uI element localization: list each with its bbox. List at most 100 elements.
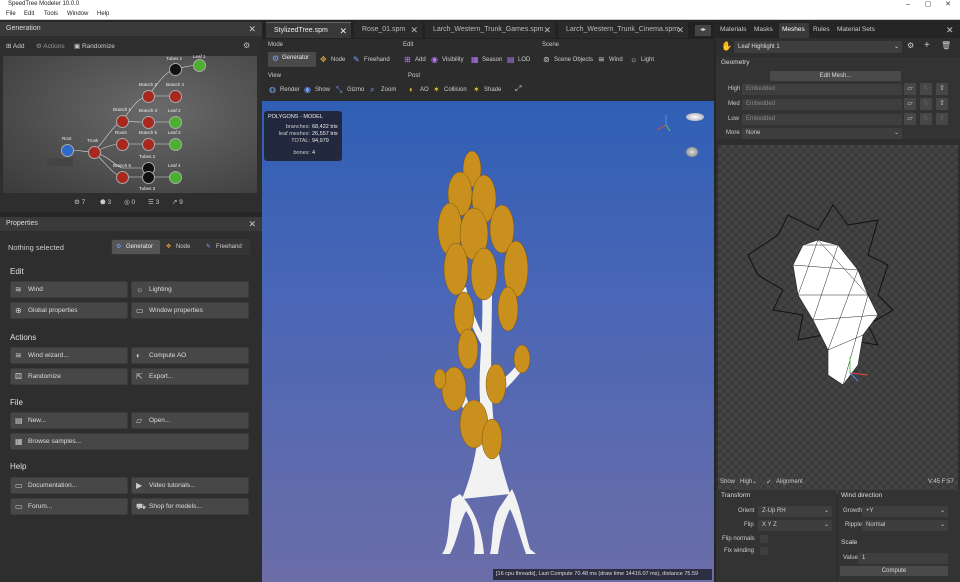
root-node[interactable] (61, 144, 74, 157)
close-window-icon[interactable]: ✕ (938, 0, 958, 10)
menu-file[interactable]: File (6, 11, 16, 17)
tab-rules[interactable]: Rules (813, 26, 830, 33)
leaf3-node[interactable] (169, 138, 182, 151)
trunk-node[interactable] (88, 146, 101, 159)
more-select[interactable]: None ⌄ (742, 128, 902, 139)
close-icon[interactable]: ✕ (248, 217, 256, 231)
menu-help[interactable]: Help (97, 11, 109, 17)
hand-icon[interactable]: ✋ (721, 41, 732, 52)
toolbar-visibility-button[interactable]: ◉ Visibility (431, 54, 464, 66)
leaf1-node[interactable] (193, 59, 206, 72)
toolbar-node-button[interactable]: ✥ Node (320, 54, 345, 66)
tab-masks[interactable]: Masks (754, 26, 773, 33)
toolbar-scene-objects-button[interactable]: ⊚ Scene Objects (543, 54, 593, 66)
tubes3-node[interactable] (142, 171, 155, 184)
toolbar-lod-button[interactable]: ▤ LOD (507, 54, 530, 66)
leaf4-node[interactable] (169, 171, 182, 184)
actions-button[interactable]: ⚙ Actions (36, 42, 65, 50)
tab-larch-games[interactable]: Larch_Western_Trunk_Games.spm ✕ (425, 22, 555, 38)
export-med-icon[interactable]: ⇧ (936, 98, 948, 110)
export-low-icon[interactable]: ⇧ (936, 113, 948, 125)
tubes1-node[interactable] (169, 63, 182, 76)
camera-sphere-icon[interactable] (686, 147, 698, 157)
flip-select[interactable]: X Y Z ⌄ (758, 520, 832, 531)
toolbar-collision-button[interactable]: ✶ Collision (433, 84, 467, 96)
settings-gear-icon[interactable]: ⚙ (243, 41, 250, 50)
node-graph[interactable]: Root Trunk Branch 1 Branch 2 Branch 3 Br… (3, 54, 257, 193)
mesh-preview[interactable] (718, 145, 958, 494)
toolbar-show-button[interactable]: ◉ Show (304, 84, 330, 96)
toolbar-ao-button[interactable]: ◐ AO (409, 84, 429, 96)
flip-normals-checkbox[interactable] (760, 535, 768, 543)
close-icon[interactable]: ✕ (946, 23, 954, 37)
toolbar-freehand-button[interactable]: ✎ Freehand (353, 54, 390, 66)
branch3-node[interactable] (142, 116, 155, 129)
folder-low-icon[interactable]: ▱ (904, 113, 916, 125)
toolbar-render-button[interactable]: ◍ Render (269, 84, 300, 96)
branch4-node[interactable] (169, 90, 182, 103)
minimize-icon[interactable]: – (898, 0, 918, 10)
alignment-check-icon[interactable]: ✓ (766, 478, 772, 486)
delete-mesh-icon[interactable]: 🗑 (941, 41, 951, 50)
tab-larch-cinema[interactable]: Larch_Western_Trunk_Cinema.spm ✕ (558, 22, 688, 38)
mesh-select[interactable]: Leaf Highlight 1 ⌄ (734, 41, 902, 53)
fullscreen-icon[interactable]: ⤢ (515, 84, 521, 94)
documentation-button[interactable]: ▭ Documentation... (10, 477, 128, 494)
toolbar-generator-button[interactable]: ⚙ Generator (268, 52, 316, 67)
close-icon[interactable]: ✕ (248, 22, 256, 36)
toolbar-wind-button[interactable]: ≋ Wind (598, 54, 623, 66)
add-mesh-icon[interactable]: + (924, 40, 930, 51)
export-button[interactable]: ⇱ Export... (131, 368, 249, 385)
menu-window[interactable]: Window (67, 11, 88, 17)
tab-scroll-arrows-icon[interactable]: ◂▸ (695, 25, 711, 36)
lod-high-field[interactable]: Embedded (742, 84, 902, 95)
menu-edit[interactable]: Edit (24, 11, 34, 17)
axis-gizmo-icon[interactable] (654, 113, 678, 137)
light-direction-icon[interactable] (686, 113, 704, 121)
fix-winding-checkbox[interactable] (760, 547, 768, 555)
export-high-icon[interactable]: ⇧ (936, 83, 948, 95)
scale-value-field[interactable]: 1 (858, 553, 948, 564)
toolbar-add-button[interactable]: ⊞ Add (404, 54, 426, 66)
roots-node[interactable] (116, 138, 129, 151)
reload-low-icon[interactable]: ↻ (920, 113, 932, 125)
lod-low-field[interactable]: Embedded (742, 114, 902, 125)
folder-high-icon[interactable]: ▱ (904, 83, 916, 95)
toolbar-light-button[interactable]: ☼ Light (630, 54, 654, 66)
new-file-button[interactable]: ▤ New... (10, 412, 128, 429)
lighting-button[interactable]: ☼ Lighting (131, 281, 249, 298)
toolbar-zoom-button[interactable]: ⌕ Zoom (370, 84, 396, 96)
folder-med-icon[interactable]: ▱ (904, 98, 916, 110)
toolbar-shade-button[interactable]: ✶ Shade (473, 84, 501, 96)
forum-button[interactable]: ▭ Forum... (10, 498, 128, 515)
tab-material-sets[interactable]: Material Sets (837, 26, 875, 33)
tab-materials[interactable]: Materials (720, 26, 746, 33)
branch1-node[interactable] (116, 115, 129, 128)
toolbar-season-button[interactable]: ▦ Season (471, 54, 502, 66)
tab-stylizedtree[interactable]: StylizedTree.spm ✕ (266, 22, 351, 38)
menu-tools[interactable]: Tools (44, 11, 58, 17)
lod-med-field[interactable]: Embedded (742, 99, 902, 110)
randomize-action-button[interactable]: ⚄ Randomize (10, 368, 128, 385)
tab-rose[interactable]: Rose_01.spm ✕ (354, 22, 422, 38)
randomize-button[interactable]: ▣ Randomize (74, 42, 115, 50)
reload-med-icon[interactable]: ↻ (920, 98, 932, 110)
leaf2-node[interactable] (169, 116, 182, 129)
growth-select[interactable]: +Y ⌄ (862, 506, 948, 517)
maximize-icon[interactable]: ▢ (918, 0, 938, 10)
compute-ao-button[interactable]: ◐ Compute AO (131, 347, 249, 364)
branch5-node[interactable] (142, 138, 155, 151)
branch6-node[interactable] (116, 171, 129, 184)
branch2-node[interactable] (142, 90, 155, 103)
freehand-mode-button[interactable]: ✎ Freehand (206, 240, 242, 254)
3d-viewport[interactable]: POLYGONS - MODEL branches: 68,422 tris l… (262, 101, 714, 582)
toolbar-gizmo-button[interactable]: ⤡ Gizmo (336, 84, 364, 96)
add-button[interactable]: ⊞ Add (6, 42, 24, 50)
wind-button[interactable]: ≋ Wind (10, 281, 128, 298)
browse-samples-button[interactable]: ▦ Browse samples... (10, 433, 249, 450)
global-properties-button[interactable]: ⊕ Global properties (10, 302, 128, 319)
video-tutorials-button[interactable]: ▶ Video tutorials... (131, 477, 249, 494)
shop-button[interactable]: ⛟ Shop for models... (131, 498, 249, 515)
open-file-button[interactable]: ▱ Open... (131, 412, 249, 429)
show-select[interactable]: High ⌄ (736, 477, 760, 488)
